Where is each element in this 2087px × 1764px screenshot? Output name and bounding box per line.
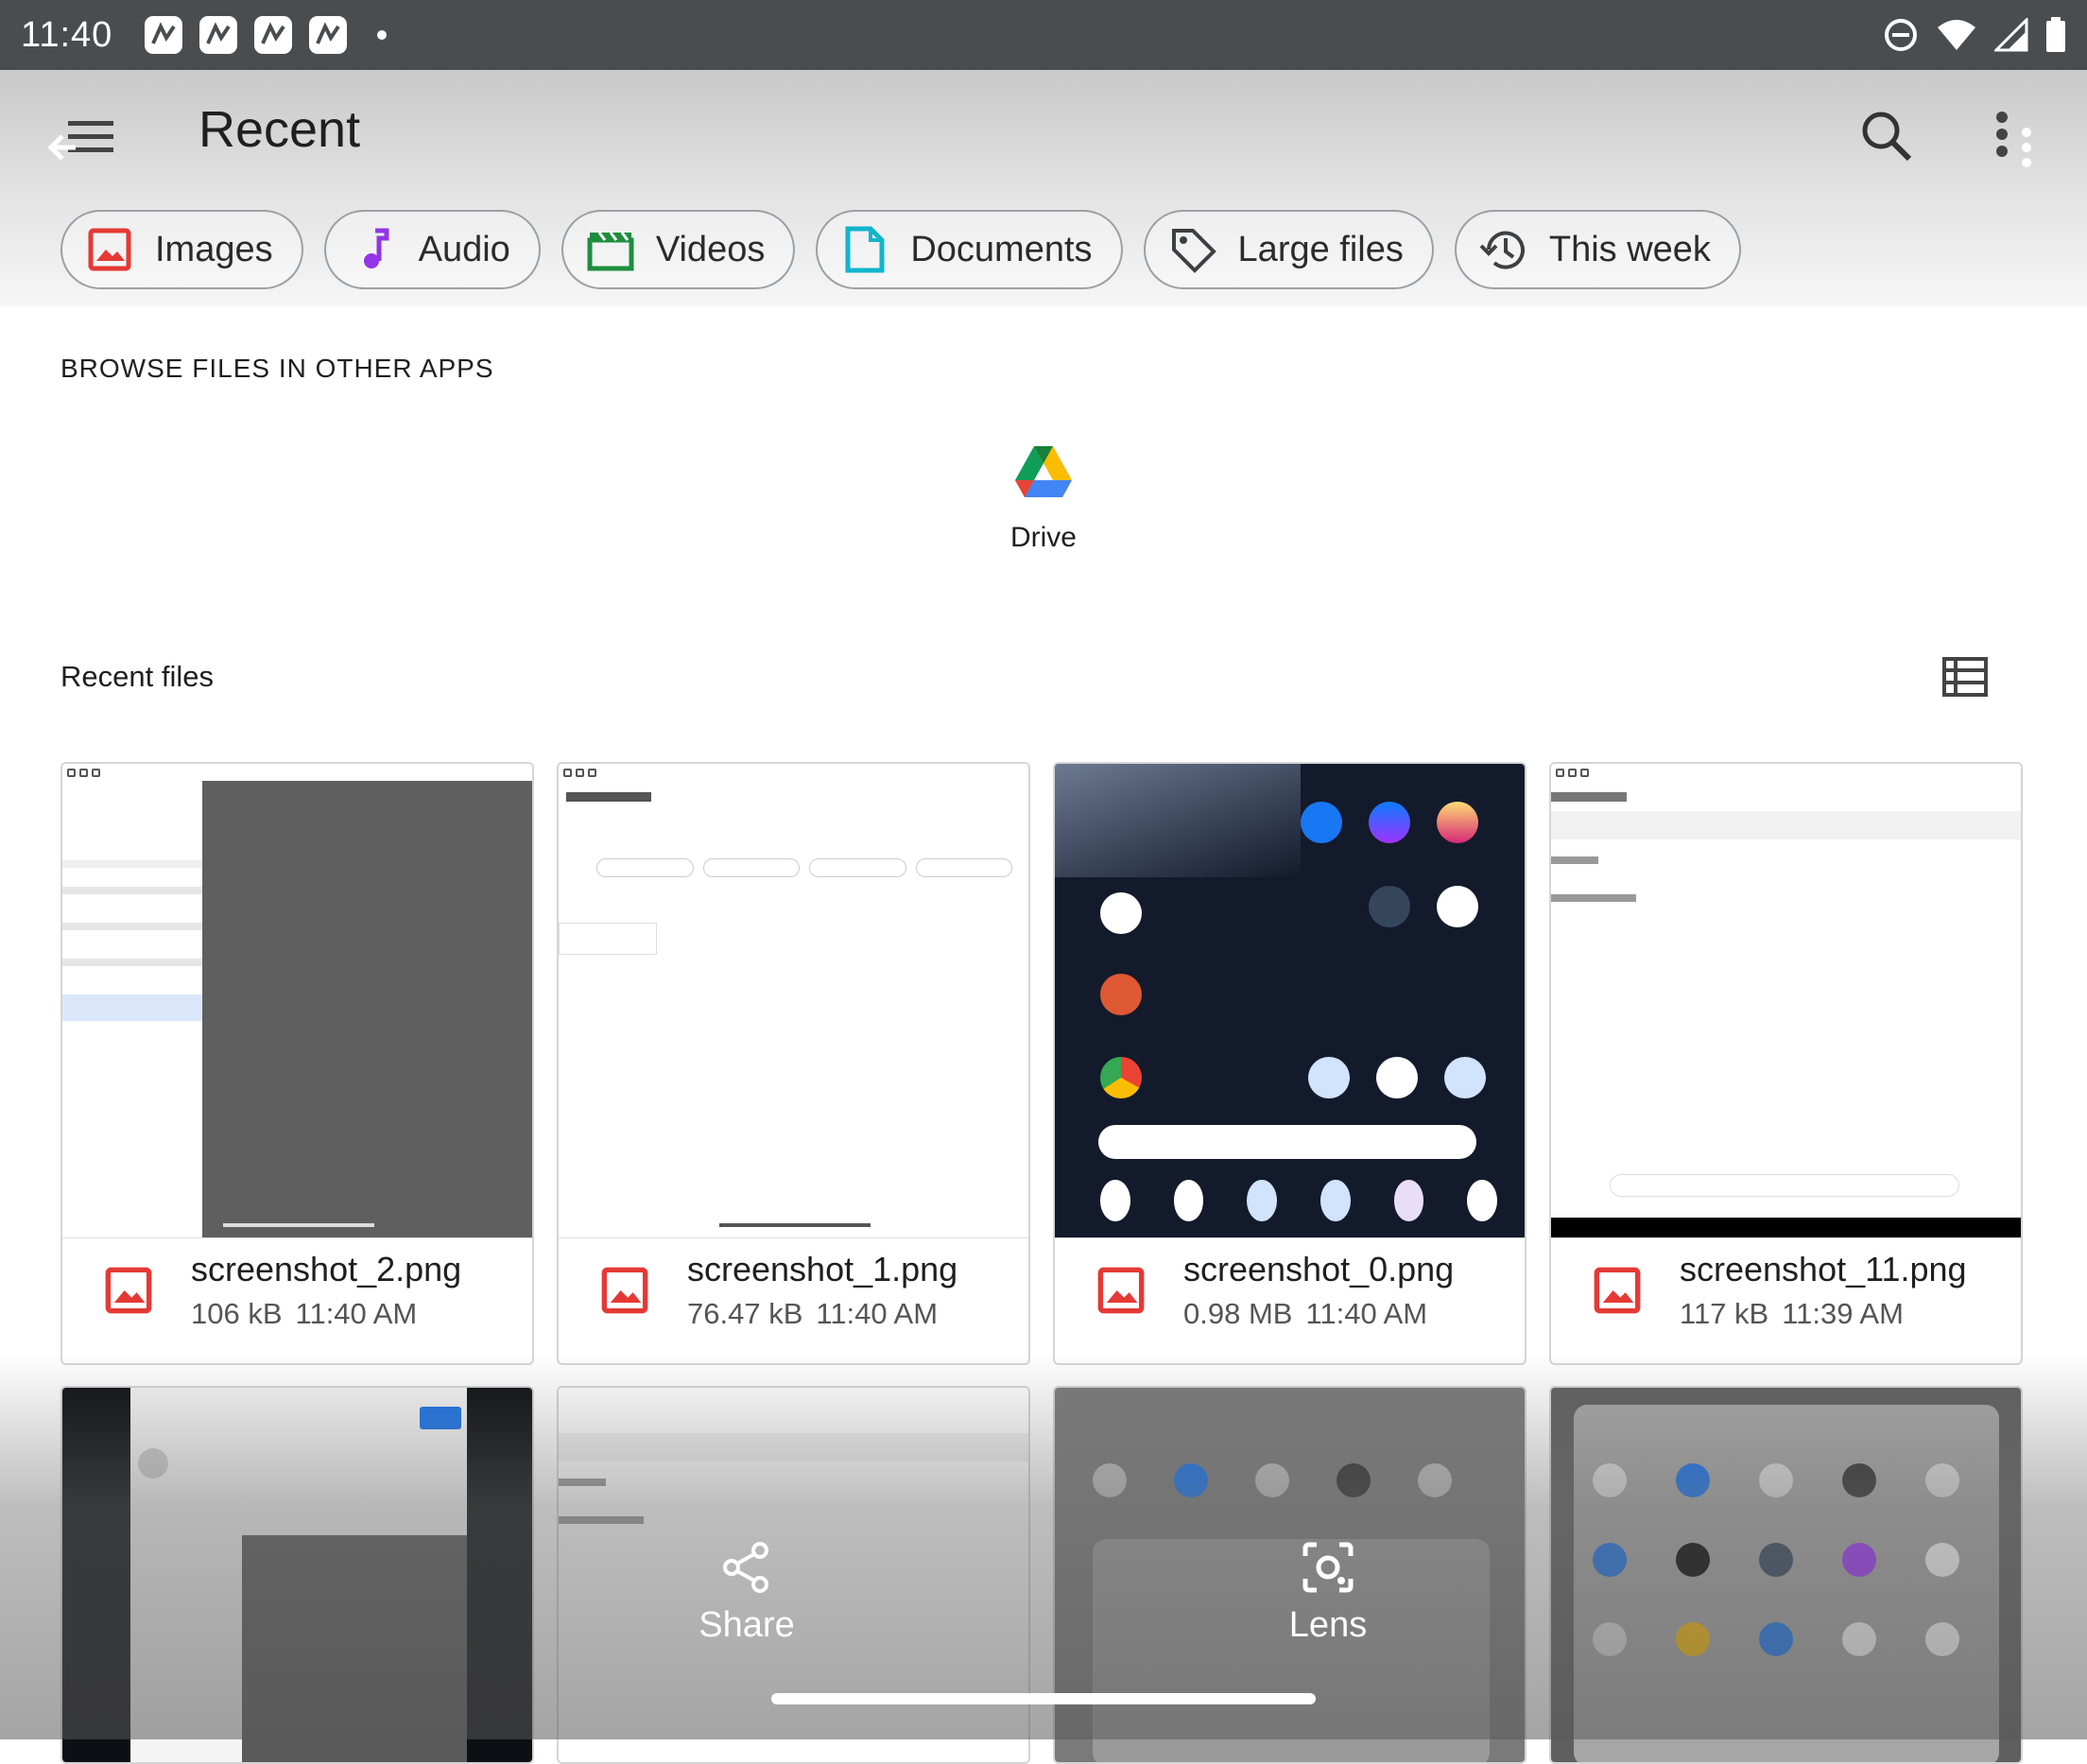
file-text: screenshot_2.png 106 kB 11:40 AM [191, 1250, 461, 1331]
file-text: screenshot_11.png 117 kB 11:39 AM [1680, 1250, 1967, 1331]
file-info: screenshot_11.png 117 kB 11:39 AM [1593, 1250, 2011, 1331]
chip-label: This week [1548, 229, 1711, 269]
thumbnail-status [62, 764, 532, 781]
chip-large-files[interactable]: Large files [1143, 210, 1434, 289]
file-card[interactable]: screenshot_11.png 117 kB 11:39 AM [1549, 762, 2023, 1365]
status-bar: 11:40 [0, 0, 2087, 70]
file-meta: 76.47 kB 11:40 AM [687, 1297, 957, 1331]
file-info: screenshot_0.png 0.98 MB 11:40 AM [1096, 1250, 1515, 1331]
image-file-icon [105, 1267, 152, 1314]
search-button[interactable] [1854, 104, 1921, 170]
home-gesture-bar[interactable] [771, 1693, 1316, 1704]
tag-icon [1168, 225, 1217, 274]
history-icon [1479, 225, 1528, 274]
lens-label: Lens [1288, 1605, 1368, 1645]
file-info: screenshot_2.png 106 kB 11:40 AM [104, 1250, 523, 1331]
more-notifications-dot [377, 30, 388, 40]
share-label: Share [699, 1605, 795, 1645]
app-notification-icon [199, 16, 238, 54]
chip-this-week[interactable]: This week [1454, 210, 1741, 289]
more-options-button[interactable] [1983, 104, 2049, 180]
file-name: screenshot_1.png [687, 1250, 958, 1288]
system-icons [1883, 17, 2066, 53]
file-size: 0.98 MB [1183, 1297, 1293, 1330]
music-note-icon [349, 225, 398, 274]
drive-label: Drive [1009, 522, 1077, 553]
share-icon [723, 1542, 768, 1593]
list-view-toggle[interactable] [1941, 656, 1989, 698]
file-card[interactable]: screenshot_2.png 106 kB 11:40 AM [60, 762, 534, 1365]
navigation-menu-button[interactable] [47, 106, 132, 191]
file-card[interactable]: screenshot_1.png 76.47 kB 11:40 AM [557, 762, 1030, 1365]
google-drive-icon [1015, 446, 1072, 497]
chip-videos[interactable]: Videos [561, 210, 796, 289]
file-time: 11:39 AM [1782, 1297, 1904, 1330]
hamburger-menu-icon [47, 121, 113, 161]
file-meta: 106 kB 11:40 AM [191, 1297, 461, 1331]
lens-icon [1302, 1542, 1354, 1593]
more-vert-icon [1996, 112, 2031, 167]
app-notification-icon [309, 16, 348, 54]
image-file-icon [1594, 1267, 1641, 1314]
file-thumbnail [559, 764, 1028, 1238]
notification-icons [145, 16, 388, 54]
search-icon [1862, 112, 1912, 162]
image-icon [85, 225, 134, 274]
bottom-action-overlay [0, 1352, 2087, 1739]
file-thumbnail [1055, 764, 1525, 1238]
list-view-icon [1942, 657, 1988, 697]
file-text: screenshot_0.png 0.98 MB 11:40 AM [1183, 1250, 1454, 1331]
chip-label: Videos [655, 229, 766, 269]
battery-icon [2046, 17, 2065, 52]
app-header: Recent Images Audio Videos Documents Lar… [0, 70, 2087, 306]
file-size: 106 kB [191, 1297, 283, 1330]
thumbnail-status [559, 764, 1028, 781]
chip-label: Audio [418, 229, 510, 269]
file-size: 117 kB [1680, 1297, 1769, 1330]
drive-app-shortcut[interactable]: Drive [974, 444, 1113, 554]
thumbnail-status [1551, 764, 2021, 781]
file-meta: 0.98 MB 11:40 AM [1183, 1297, 1454, 1331]
do-not-disturb-icon [1885, 19, 1917, 51]
chip-label: Large files [1237, 229, 1404, 269]
recent-files-title: Recent files [60, 660, 214, 693]
file-card[interactable]: screenshot_0.png 0.98 MB 11:40 AM [1053, 762, 1526, 1365]
app-notification-icon [145, 16, 183, 54]
wifi-icon [1938, 20, 1975, 50]
chip-label: Images [155, 229, 273, 269]
page-title: Recent [198, 101, 361, 158]
lens-button[interactable]: Lens [1267, 1539, 1389, 1646]
chip-label: Documents [910, 229, 1093, 269]
file-meta: 117 kB 11:39 AM [1680, 1297, 1967, 1331]
chip-images[interactable]: Images [60, 210, 303, 289]
file-name: screenshot_11.png [1680, 1250, 1967, 1288]
browse-other-apps-title: BROWSE FILES IN OTHER APPS [60, 354, 494, 383]
clapperboard-icon [586, 225, 635, 274]
file-time: 11:40 AM [295, 1297, 418, 1330]
image-file-icon [1097, 1267, 1145, 1314]
app-notification-icon [254, 16, 293, 54]
file-name: screenshot_2.png [191, 1250, 462, 1288]
document-icon [840, 225, 889, 274]
file-text: screenshot_1.png 76.47 kB 11:40 AM [687, 1250, 957, 1331]
file-thumbnail [1551, 764, 2021, 1238]
file-info: screenshot_1.png 76.47 kB 11:40 AM [600, 1250, 1019, 1331]
chip-documents[interactable]: Documents [816, 210, 1123, 289]
cell-signal-icon [1994, 18, 2028, 52]
file-size: 76.47 kB [687, 1297, 803, 1330]
file-time: 11:40 AM [816, 1297, 939, 1330]
status-time: 11:40 [21, 14, 113, 55]
share-button[interactable]: Share [690, 1539, 803, 1646]
category-chips: Images Audio Videos Documents Large file… [60, 210, 1741, 289]
chip-audio[interactable]: Audio [323, 210, 541, 289]
image-file-icon [601, 1267, 648, 1314]
file-name: screenshot_0.png [1183, 1250, 1455, 1288]
file-time: 11:40 AM [1305, 1297, 1428, 1330]
file-thumbnail [62, 764, 532, 1238]
